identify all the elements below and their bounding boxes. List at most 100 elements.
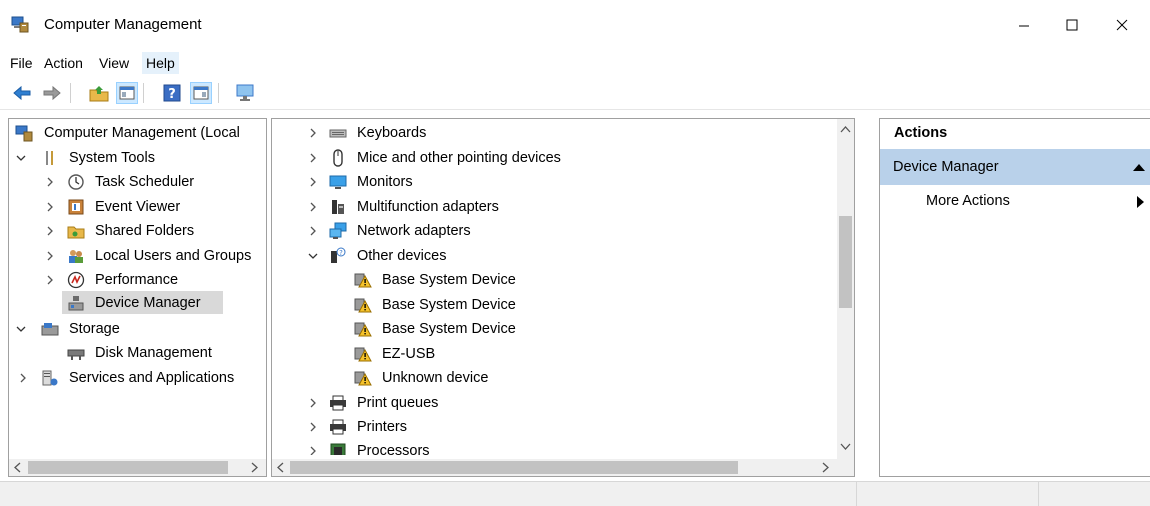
scroll-left-icon[interactable]: [13, 462, 23, 473]
scroll-thumb[interactable]: [839, 216, 852, 308]
menu-file[interactable]: File: [6, 52, 37, 74]
services-icon: [42, 370, 58, 386]
chevron-right-icon[interactable]: [17, 372, 29, 384]
menu-view[interactable]: View: [95, 52, 133, 74]
tree-item-local-users-and-groups[interactable]: Local Users and Groups: [9, 244, 266, 268]
warning-device-icon: [354, 273, 372, 288]
up-folder-icon[interactable]: [88, 82, 110, 104]
chevron-right-icon[interactable]: [307, 445, 319, 455]
chevron-down-icon[interactable]: [307, 250, 319, 262]
back-arrow-icon[interactable]: [11, 82, 33, 104]
device-category-network-adapters[interactable]: Network adapters: [272, 219, 836, 243]
device-item-base-system-device[interactable]: Base System Device: [272, 293, 836, 317]
submenu-arrow-icon[interactable]: [1137, 196, 1145, 208]
scroll-right-icon[interactable]: [820, 462, 830, 473]
status-divider: [1038, 482, 1039, 506]
device-item-base-system-device[interactable]: Base System Device: [272, 268, 836, 292]
tree-item-shared-folders[interactable]: Shared Folders: [9, 219, 266, 243]
device-item-ez-usb[interactable]: EZ-USB: [272, 342, 836, 366]
tree-root[interactable]: Computer Management (Local: [9, 121, 266, 145]
system-tools-icon: [46, 151, 53, 165]
device-category-mice[interactable]: Mice and other pointing devices: [272, 146, 836, 170]
device-label: Unknown device: [382, 370, 489, 386]
device-label: Base System Device: [382, 272, 516, 288]
chevron-down-icon[interactable]: [15, 323, 27, 335]
printer-icon: [330, 419, 346, 435]
chevron-down-icon[interactable]: [15, 152, 27, 164]
scroll-thumb[interactable]: [28, 461, 228, 474]
scroll-up-icon[interactable]: [840, 125, 851, 135]
tree-item-services-and-applications[interactable]: Services and Applications: [9, 366, 266, 390]
device-list-pane: Keyboards Mice and other pointing device…: [271, 118, 855, 477]
forward-arrow-icon[interactable]: [41, 82, 63, 104]
chevron-right-icon[interactable]: [307, 421, 319, 433]
window-title: Computer Management: [44, 16, 202, 33]
tree-item-disk-management[interactable]: Disk Management: [9, 341, 266, 365]
svg-text:?: ?: [339, 249, 343, 257]
scroll-thumb[interactable]: [290, 461, 738, 474]
tree-label: Disk Management: [95, 345, 212, 361]
device-category-keyboards[interactable]: Keyboards: [272, 121, 836, 145]
device-list-horizontal-scrollbar[interactable]: [272, 459, 854, 476]
actions-section-label: Device Manager: [893, 159, 999, 175]
device-category-printers[interactable]: Printers: [272, 415, 836, 439]
device-label: EZ-USB: [382, 346, 436, 362]
actions-section-device-manager[interactable]: Device Manager: [880, 149, 1150, 185]
device-label: Network adapters: [357, 223, 471, 239]
tree-item-device-manager[interactable]: Device Manager: [9, 291, 266, 315]
tree-item-system-tools[interactable]: System Tools: [9, 146, 266, 170]
device-list-vertical-scrollbar[interactable]: [837, 119, 854, 459]
disk-icon: [67, 349, 85, 360]
scroll-left-icon[interactable]: [276, 462, 286, 473]
device-item-base-system-device[interactable]: Base System Device: [272, 317, 836, 341]
device-item-unknown-device[interactable]: Unknown device: [272, 366, 836, 390]
chevron-right-icon[interactable]: [44, 274, 56, 286]
chevron-right-icon[interactable]: [307, 201, 319, 213]
chevron-right-icon[interactable]: [307, 152, 319, 164]
keyboard-icon: [329, 129, 347, 138]
chevron-right-icon[interactable]: [44, 250, 56, 262]
unknown-device-icon: ?: [331, 247, 346, 263]
tree-item-performance[interactable]: Performance: [9, 268, 266, 292]
actions-header: Actions: [880, 119, 1150, 149]
chevron-right-icon[interactable]: [44, 176, 56, 188]
show-hide-action-pane-button[interactable]: [190, 82, 212, 104]
collapse-up-icon[interactable]: [1133, 163, 1145, 171]
device-label: Printers: [357, 419, 407, 435]
close-icon: [1116, 19, 1128, 31]
menu-help[interactable]: Help: [142, 52, 179, 74]
device-category-print-queues[interactable]: Print queues: [272, 391, 836, 415]
device-category-monitors[interactable]: Monitors: [272, 170, 836, 194]
device-category-multifunction-adapters[interactable]: Multifunction adapters: [272, 195, 836, 219]
tree-item-task-scheduler[interactable]: Task Scheduler: [9, 170, 266, 194]
more-actions-label: More Actions: [926, 193, 1010, 209]
maximize-button[interactable]: [1048, 0, 1096, 50]
chevron-right-icon[interactable]: [307, 176, 319, 188]
more-actions-link[interactable]: More Actions: [926, 193, 1010, 209]
device-category-other-devices[interactable]: ? Other devices: [272, 244, 836, 268]
device-category-processors[interactable]: Processors: [272, 439, 836, 455]
device-label: Other devices: [357, 248, 447, 264]
help-icon[interactable]: ?: [161, 82, 183, 104]
chevron-right-icon[interactable]: [44, 201, 56, 213]
chevron-right-icon[interactable]: [44, 225, 56, 237]
warning-device-icon: [354, 322, 372, 337]
title-bar[interactable]: Computer Management: [0, 0, 1150, 50]
users-icon: [69, 250, 83, 263]
chevron-right-icon[interactable]: [307, 225, 319, 237]
device-label: Keyboards: [357, 125, 427, 141]
minimize-button[interactable]: [1000, 0, 1048, 50]
scroll-right-icon[interactable]: [249, 462, 259, 473]
menu-action[interactable]: Action: [40, 52, 87, 74]
tree-label: Event Viewer: [95, 199, 181, 215]
computer-management-icon: [15, 125, 33, 142]
tree-item-storage[interactable]: Storage: [9, 317, 266, 341]
chevron-right-icon[interactable]: [307, 127, 319, 139]
tree-horizontal-scrollbar[interactable]: [9, 459, 266, 476]
scroll-down-icon[interactable]: [840, 441, 851, 451]
tree-item-event-viewer[interactable]: Event Viewer: [9, 195, 266, 219]
show-hide-console-tree-button[interactable]: [116, 82, 138, 104]
chevron-right-icon[interactable]: [307, 397, 319, 409]
close-button[interactable]: [1098, 0, 1146, 50]
monitor-icon[interactable]: [234, 82, 256, 104]
